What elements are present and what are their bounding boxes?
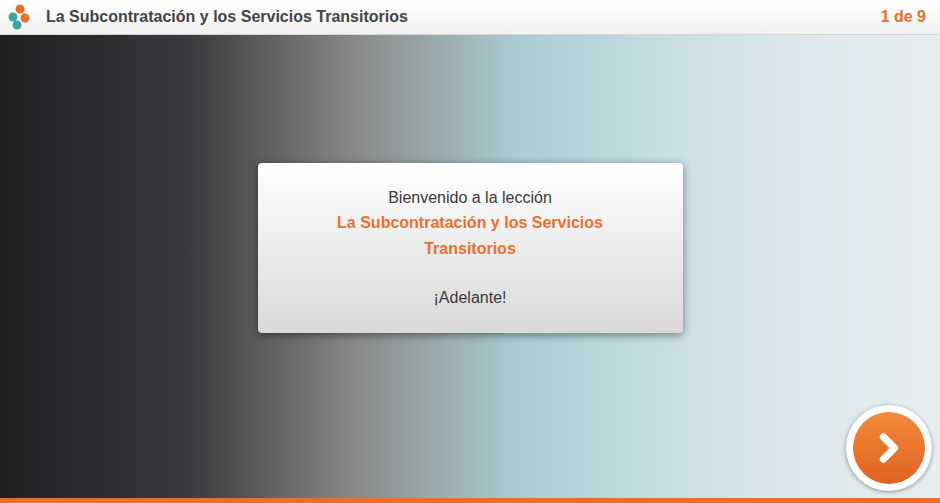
header-bar: La Subcontratación y los Servicios Trans… [0,0,940,35]
page-counter: 1 de 9 [881,5,926,29]
start-prompt[interactable]: ¡Adelante! [434,286,507,310]
dialog-lesson-title: La Subcontratación y los Servicios Trans… [315,210,625,262]
lesson-slide: La Subcontratación y los Servicios Trans… [0,0,940,503]
logo-icon [8,4,32,30]
background-photo: Bienvenido a la lecciónLa Subcontratació… [0,35,940,498]
next-button[interactable] [846,405,932,491]
bottom-accent-bar [0,498,940,503]
welcome-dialog: Bienvenido a la lecciónLa Subcontratació… [258,163,683,333]
lesson-title: La Subcontratación y los Servicios Trans… [46,5,408,29]
welcome-text: Bienvenido a la lección [388,186,552,210]
chevron-right-icon [867,426,911,470]
